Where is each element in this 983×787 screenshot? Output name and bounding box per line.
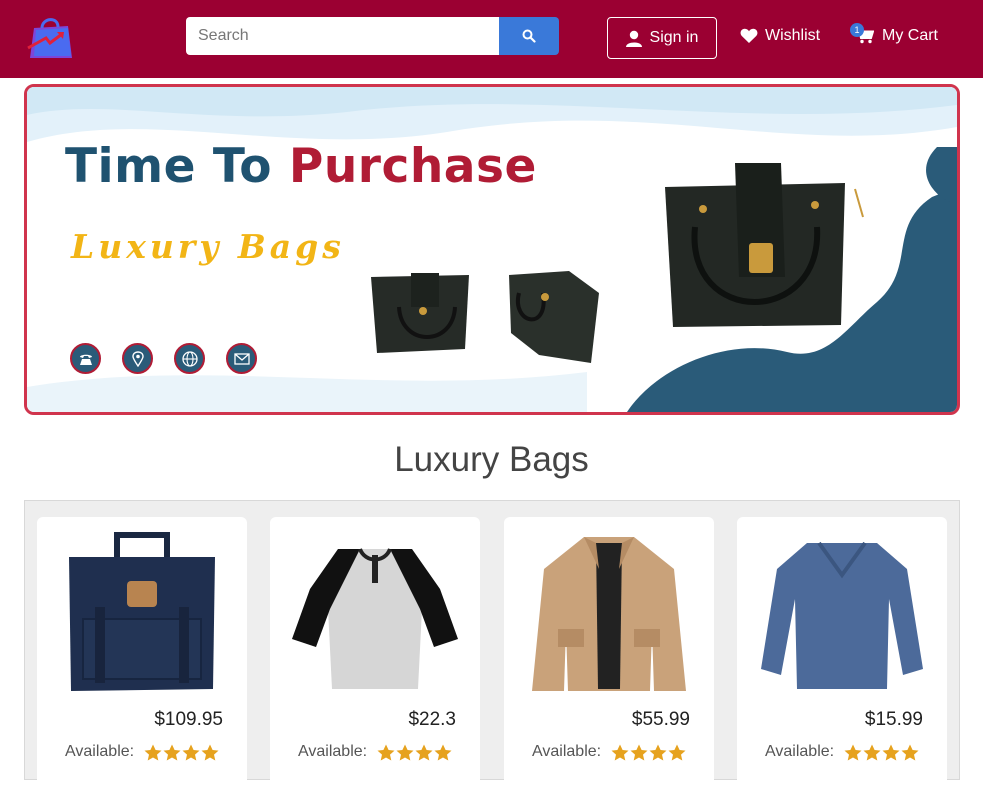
product-grid: $109.95 Available: $22.3 Available: $55.…: [24, 500, 960, 787]
star-icon: [668, 744, 686, 760]
star-icon: [415, 744, 433, 760]
headline-part-2: Purchase: [288, 139, 537, 194]
promo-banner[interactable]: Time To Purchase Luxury Bags: [24, 84, 960, 415]
search-input[interactable]: [186, 17, 500, 55]
star-icon: [434, 744, 452, 760]
availability-row: Available:: [65, 743, 219, 761]
mail-icon[interactable]: [226, 343, 257, 374]
star-icon: [630, 744, 648, 760]
availability-row: Available:: [532, 743, 686, 761]
headline-part-1: Time To: [65, 139, 272, 194]
cart-label: My Cart: [882, 27, 938, 44]
banner-subheadline: Luxury Bags: [71, 227, 345, 266]
contact-icons: [70, 343, 257, 374]
banner-headline: Time To Purchase: [65, 139, 537, 194]
product-card[interactable]: $55.99 Available:: [504, 517, 714, 787]
wishlist-label: Wishlist: [765, 27, 821, 44]
product-price: $15.99: [864, 709, 923, 730]
product-price: $109.95: [154, 709, 223, 730]
star-icon: [649, 744, 667, 760]
available-label: Available:: [532, 743, 602, 760]
rating-stars: [377, 744, 452, 761]
rating-stars: [144, 744, 219, 761]
available-label: Available:: [65, 743, 135, 760]
rating-stars: [844, 744, 919, 761]
product-card[interactable]: $109.95 Available:: [37, 517, 247, 787]
sign-in-label: Sign in: [649, 29, 699, 46]
section-title: Luxury Bags: [394, 440, 589, 479]
availability-row: Available:: [298, 743, 452, 761]
wishlist-link[interactable]: Wishlist: [740, 27, 820, 45]
star-icon: [163, 744, 181, 760]
search-icon: [522, 29, 536, 43]
star-icon: [201, 744, 219, 760]
heart-icon: [740, 28, 758, 43]
product-card[interactable]: $15.99 Available:: [737, 517, 947, 787]
phone-icon[interactable]: [70, 343, 101, 374]
small-bag-image: [371, 273, 469, 353]
sign-in-button[interactable]: Sign in: [607, 17, 717, 59]
star-icon: [901, 744, 919, 760]
shop-logo-icon[interactable]: [24, 12, 76, 62]
rating-stars: [611, 744, 686, 761]
availability-row: Available:: [765, 743, 919, 761]
star-icon: [144, 744, 162, 760]
top-header: Sign in Wishlist My Cart 1: [0, 0, 983, 78]
globe-icon[interactable]: [174, 343, 205, 374]
product-price: $22.3: [408, 709, 456, 730]
star-icon: [882, 744, 900, 760]
product-image-vneck-sweater[interactable]: [757, 529, 927, 699]
star-icon: [182, 744, 200, 760]
location-pin-icon[interactable]: [122, 343, 153, 374]
side-bag-image: [509, 271, 599, 363]
search-button[interactable]: [499, 17, 559, 55]
star-icon: [863, 744, 881, 760]
available-label: Available:: [298, 743, 368, 760]
star-icon: [377, 744, 395, 760]
star-icon: [844, 744, 862, 760]
star-icon: [396, 744, 414, 760]
product-image-jacket[interactable]: [524, 529, 694, 699]
large-bag-image: [665, 163, 864, 327]
product-image-backpack[interactable]: [57, 529, 227, 699]
product-card[interactable]: $22.3 Available:: [270, 517, 480, 787]
my-cart-link[interactable]: My Cart: [856, 27, 938, 45]
user-icon: [625, 30, 642, 47]
available-label: Available:: [765, 743, 835, 760]
star-icon: [611, 744, 629, 760]
product-price: $55.99: [631, 709, 690, 730]
cart-count-badge: 1: [850, 23, 864, 37]
product-image-raglan-shirt[interactable]: [290, 529, 460, 699]
